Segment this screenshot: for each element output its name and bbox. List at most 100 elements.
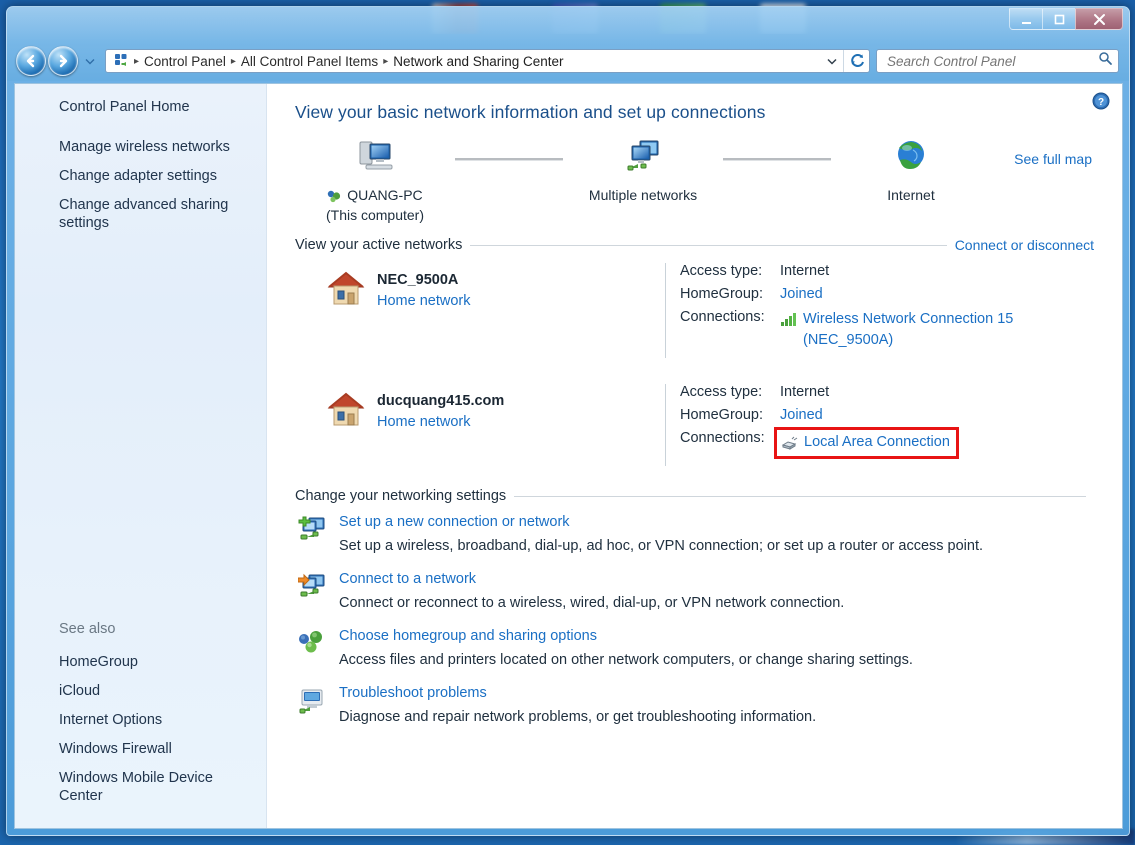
search-box[interactable]: [876, 49, 1119, 73]
sidebar-item-homegroup[interactable]: HomeGroup: [59, 653, 252, 671]
network-names: NEC_9500A Home network: [377, 269, 470, 309]
sidebar-item-windows-firewall[interactable]: Windows Firewall: [59, 740, 252, 758]
network-type-link[interactable]: Home network: [377, 293, 470, 309]
address-dropdown-chevron-down-icon[interactable]: [821, 50, 843, 72]
connection-link[interactable]: Local Area Connection: [804, 432, 950, 453]
sidebar-item-manage-wireless-networks[interactable]: Manage wireless networks: [59, 138, 252, 156]
setting-link[interactable]: Choose homegroup and sharing options: [339, 628, 1094, 644]
sidebar: Control Panel Home Manage wireless netwo…: [15, 84, 267, 828]
sidebar-item-change-adapter-settings[interactable]: Change adapter settings: [59, 167, 252, 185]
homegroup-label: HomeGroup:: [680, 286, 764, 302]
access-type-label: Access type:: [680, 384, 763, 400]
active-networks-header: View your active networks Connect or dis…: [295, 237, 1094, 253]
setting-text: Choose homegroup and sharing options Acc…: [331, 628, 1094, 669]
main-content: ? View your basic network information an…: [267, 84, 1122, 828]
network-link-line: [455, 137, 563, 181]
forward-button[interactable]: [48, 46, 78, 76]
breadcrumb-separator: ▸: [230, 55, 236, 67]
connection-link[interactable]: Wireless Network Connection 15 (NEC_9500…: [803, 309, 1013, 351]
network-link-line: [723, 137, 831, 181]
minimize-button[interactable]: [1009, 8, 1042, 30]
network-properties: Access type: Internet HomeGroup: Joined …: [665, 384, 1094, 466]
divider: [470, 244, 947, 246]
breadcrumb-item-network-and-sharing-center[interactable]: Network and Sharing Center: [390, 54, 566, 69]
highlighted-connection-entry[interactable]: Local Area Connection: [774, 427, 959, 459]
home-network-icon: [325, 390, 369, 430]
access-type-value: Internet: [780, 384, 830, 400]
sidebar-item-windows-mobile-device-center[interactable]: Windows Mobile Device Center: [59, 769, 252, 805]
homegroup-row: HomeGroup: Joined: [680, 286, 1094, 302]
network-inline-icon: [327, 190, 345, 206]
connections-label: Connections:: [680, 430, 765, 446]
access-type-row: Access type: Internet: [680, 384, 1094, 400]
breadcrumb: ▸ Control Panel ▸ All Control Panel Item…: [132, 54, 821, 69]
troubleshoot-icon: [295, 685, 331, 715]
sidebar-links: Control Panel Home Manage wireless netwo…: [15, 98, 266, 232]
setting-connect-to-network[interactable]: Connect to a network Connect or reconnec…: [295, 571, 1094, 612]
network-identity: ducquang415.com Home network: [295, 384, 665, 430]
setting-link[interactable]: Set up a new connection or network: [339, 514, 1094, 530]
setting-link[interactable]: Connect to a network: [339, 571, 1094, 587]
back-button[interactable]: [16, 46, 46, 76]
setting-set-up-new-connection[interactable]: Set up a new connection or network Set u…: [295, 514, 1094, 555]
setting-text: Connect to a network Connect or reconnec…: [331, 571, 1094, 612]
homegroup-value-link[interactable]: Joined: [780, 286, 823, 302]
access-type-label: Access type:: [680, 263, 763, 279]
address-bar[interactable]: ▸ Control Panel ▸ All Control Panel Item…: [105, 49, 870, 73]
breadcrumb-separator: ▸: [383, 55, 389, 67]
connections-label: Connections:: [680, 309, 765, 325]
maximize-button[interactable]: [1042, 8, 1075, 30]
sidebar-item-change-advanced-sharing-settings[interactable]: Change advanced sharing settings: [59, 196, 252, 232]
setting-description: Connect or reconnect to a wireless, wire…: [339, 595, 845, 611]
breadcrumb-item-all-control-panel-items[interactable]: All Control Panel Items: [238, 54, 381, 69]
title-bar: [7, 7, 1129, 41]
multiple-networks-icon: [563, 137, 723, 181]
address-bar-row: ▸ Control Panel ▸ All Control Panel Item…: [7, 41, 1129, 81]
network-properties: Access type: Internet HomeGroup: Joined …: [665, 263, 1094, 358]
homegroup-row: HomeGroup: Joined: [680, 407, 1094, 423]
wireless-signal-icon: [780, 311, 798, 327]
refresh-button[interactable]: [843, 50, 869, 72]
connection-entry: Wireless Network Connection 15 (NEC_9500…: [780, 309, 1013, 351]
networking-settings-header: Change your networking settings: [295, 488, 1094, 504]
recent-pages-chevron-down-icon[interactable]: [84, 58, 96, 65]
control-panel-icon: [112, 52, 130, 70]
homegroup-value-link[interactable]: Joined: [780, 407, 823, 423]
network-node-internet[interactable]: Internet: [831, 137, 991, 204]
setting-link[interactable]: Troubleshoot problems: [339, 685, 1094, 701]
setting-choose-homegroup[interactable]: Choose homegroup and sharing options Acc…: [295, 628, 1094, 669]
connections-row: Connections: Local Area Connection: [680, 427, 1094, 459]
breadcrumb-item-control-panel[interactable]: Control Panel: [141, 54, 229, 69]
search-input[interactable]: [885, 52, 1098, 70]
page-title: View your basic network information and …: [295, 102, 766, 122]
divider: [514, 495, 1086, 497]
sidebar-item-control-panel-home[interactable]: Control Panel Home: [59, 98, 252, 116]
setting-troubleshoot-problems[interactable]: Troubleshoot problems Diagnose and repai…: [295, 685, 1094, 726]
setting-description: Access files and printers located on oth…: [339, 652, 913, 668]
network-node-this-computer[interactable]: QUANG-PC (This computer): [295, 137, 455, 224]
close-button[interactable]: [1075, 8, 1123, 30]
active-network-row: ducquang415.com Home network Access type…: [295, 384, 1094, 466]
network-node-multiple-networks[interactable]: Multiple networks: [563, 137, 723, 204]
networking-settings-heading: Change your networking settings: [295, 488, 507, 504]
connect-or-disconnect-link[interactable]: Connect or disconnect: [955, 237, 1094, 253]
networking-settings-list: Set up a new connection or network Set u…: [295, 514, 1094, 726]
sidebar-item-internet-options[interactable]: Internet Options: [59, 711, 252, 729]
window-controls: [1009, 8, 1123, 30]
svg-text:?: ?: [1098, 97, 1104, 108]
access-type-value: Internet: [780, 263, 830, 279]
new-connection-icon: [295, 514, 331, 544]
network-node-name: Multiple networks: [588, 187, 698, 203]
network-map: QUANG-PC (This computer) Multiple networ…: [295, 137, 1094, 229]
network-node-label: Internet: [831, 187, 991, 204]
computer-icon: [295, 137, 455, 181]
setting-text: Set up a new connection or network Set u…: [331, 514, 1094, 555]
home-network-icon: [325, 269, 369, 309]
network-type-link[interactable]: Home network: [377, 414, 504, 430]
see-full-map-link[interactable]: See full map: [1014, 151, 1092, 167]
network-node-label: Multiple networks: [563, 187, 723, 204]
setting-description: Set up a wireless, broadband, dial-up, a…: [339, 538, 984, 554]
setting-text: Troubleshoot problems Diagnose and repai…: [331, 685, 1094, 726]
sidebar-item-icloud[interactable]: iCloud: [59, 682, 252, 700]
help-icon[interactable]: ?: [1092, 92, 1110, 110]
